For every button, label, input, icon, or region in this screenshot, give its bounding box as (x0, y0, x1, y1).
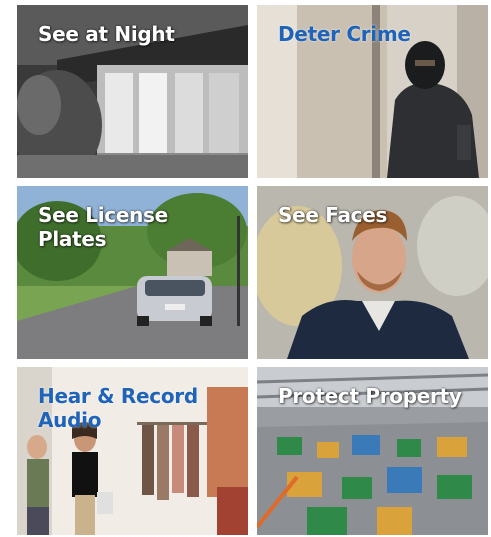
tile-label-line-2: Plates (38, 227, 107, 251)
tile-label-see-faces: See Faces (278, 203, 388, 227)
tile-label-line-1: Hear & Record (38, 384, 198, 408)
tile-label-see-at-night: See at Night (38, 22, 175, 46)
tile-label-protect-property: Protect Property (278, 384, 462, 408)
feature-tile-deter-crime: Deter Crime (257, 5, 488, 178)
tile-label-line-2: Audio (38, 408, 102, 432)
feature-tile-see-license-plates: See License Plates (17, 186, 248, 359)
feature-tile-hear-record-audio: Hear & Record Audio (17, 367, 248, 535)
tile-label-deter-crime: Deter Crime (278, 22, 411, 46)
tile-label-hear-record-audio: Hear & Record Audio (38, 384, 198, 432)
tile-label-line-1: See License (38, 203, 168, 227)
tile-label-see-license-plates: See License Plates (38, 203, 168, 251)
feature-tile-protect-property: Protect Property (257, 367, 488, 535)
feature-tile-see-at-night: See at Night (17, 5, 248, 178)
feature-tile-see-faces: See Faces (257, 186, 488, 359)
